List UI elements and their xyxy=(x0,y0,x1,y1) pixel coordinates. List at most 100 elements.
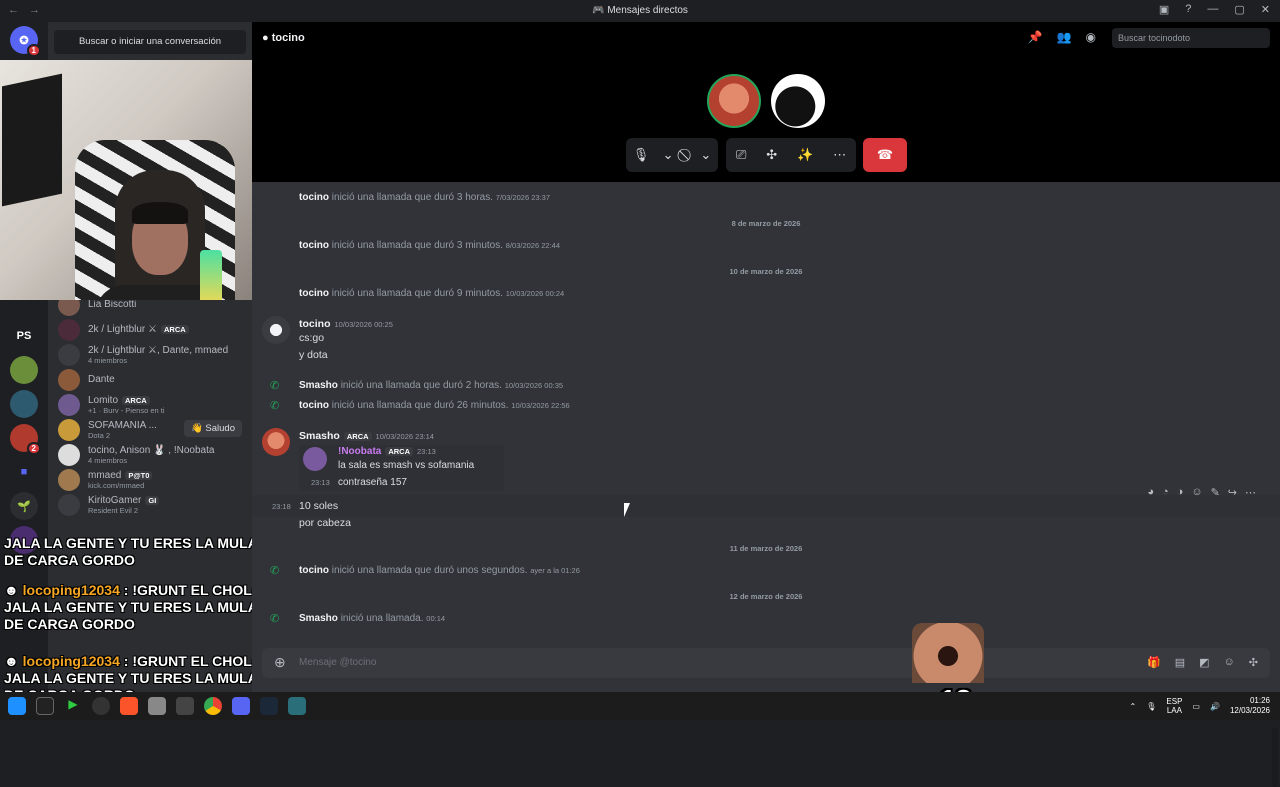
add-friends-icon[interactable]: 👥 xyxy=(1057,30,1072,44)
app-icon[interactable] xyxy=(288,697,306,715)
avatar xyxy=(58,468,80,491)
home-icon[interactable]: ✪ 1 xyxy=(10,26,41,57)
chevron-down-icon[interactable]: ⌄ xyxy=(700,147,711,163)
server-icon[interactable] xyxy=(10,356,38,384)
forward-icon[interactable]: ↪ xyxy=(1228,486,1237,499)
more-icon[interactable]: ⋯ xyxy=(833,147,846,163)
laughing-emote xyxy=(912,623,984,683)
emoji-icon[interactable]: ☺ xyxy=(1191,486,1202,499)
title-bar: ← → 🎮 Mensajes directos ▣ ? — ▢ ✕ xyxy=(0,0,1280,22)
dm-item[interactable]: Dante xyxy=(48,367,252,392)
steam-icon[interactable] xyxy=(260,697,278,715)
dm-item[interactable]: 2k / Lightblur ⚔, Dante, mmaed 4 miembros xyxy=(48,342,252,367)
chrome-icon[interactable] xyxy=(204,697,222,715)
app-icon[interactable] xyxy=(36,697,54,715)
call-avatar[interactable] xyxy=(771,74,825,128)
search-button[interactable]: Buscar o iniciar una conversación xyxy=(54,30,246,54)
message-input[interactable]: Mensaje @tocino xyxy=(299,657,376,668)
dm-name: SOFAMANIA ... xyxy=(88,419,157,431)
tag-badge: ARCA xyxy=(343,432,372,441)
screen-share-icon[interactable]: ⎚ xyxy=(736,147,746,163)
dm-item[interactable]: KiritoGamer GI Resident Evil 2 xyxy=(48,492,252,517)
gif-icon[interactable]: ▤ xyxy=(1175,656,1185,669)
hangup-icon[interactable]: ☎ xyxy=(877,147,893,163)
message-composer[interactable]: ⊕ Mensaje @tocino 🎁 ▤ ◩ ☺ ✣ xyxy=(262,648,1270,678)
maximize-button[interactable]: ▢ xyxy=(1234,3,1244,16)
phone-icon: ✆ xyxy=(270,565,280,577)
play-icon[interactable]: ▶ xyxy=(64,697,82,715)
close-button[interactable]: ✕ xyxy=(1261,3,1270,16)
reaction-icon[interactable]: ◑ xyxy=(1177,486,1184,499)
emoji-icon[interactable]: ☺ xyxy=(1224,656,1235,669)
soundboard-icon[interactable]: ✨ xyxy=(797,147,813,163)
volume-icon[interactable]: 🔊 xyxy=(1210,702,1220,711)
more-icon[interactable]: ⋯ xyxy=(1245,486,1256,499)
saludo-button[interactable]: 👋 Saludo xyxy=(183,420,242,437)
sticker-icon[interactable]: ◩ xyxy=(1199,656,1209,669)
mic-icon[interactable]: 🎙 xyxy=(633,147,650,163)
edit-icon[interactable]: ✎ xyxy=(1211,486,1220,499)
dm-item[interactable]: SOFAMANIA ... Dota 2 👋 Saludo xyxy=(48,417,252,442)
apps-icon[interactable]: ✣ xyxy=(1249,656,1258,669)
message-text: cs:go xyxy=(299,332,325,344)
scrollbar[interactable] xyxy=(1272,727,1278,787)
reaction-icon[interactable]: ◕ xyxy=(1147,486,1154,499)
reply-author[interactable]: !Noobata ARCA 23:13 xyxy=(338,446,436,457)
call-avatar[interactable] xyxy=(707,74,761,128)
minimize-button[interactable]: — xyxy=(1207,3,1218,16)
pin-icon[interactable]: 📌 xyxy=(1028,30,1043,44)
profile-icon[interactable]: ◉ xyxy=(1086,30,1096,44)
chat-line: JALA LA GENTE Y TU ERES LA MULA DE CARGA… xyxy=(4,535,258,568)
dm-name: Dante xyxy=(88,374,115,385)
inbox-icon[interactable]: ▣ xyxy=(1159,3,1169,16)
help-icon[interactable]: ? xyxy=(1185,3,1191,16)
avatar xyxy=(58,493,80,516)
app-icon[interactable] xyxy=(92,697,110,715)
brave-icon[interactable] xyxy=(120,697,138,715)
avatar[interactable] xyxy=(262,316,290,344)
dm-icon: 🎮 xyxy=(592,5,605,16)
chevron-up-icon[interactable]: ⌃ xyxy=(1130,702,1137,711)
dm-name: 2k / Lightblur ⚔, Dante, mmaed xyxy=(88,344,229,356)
date-divider: 8 de marzo de 2026 xyxy=(731,219,801,228)
dm-subtitle: +1 · Burv - Pienso en ti xyxy=(88,405,165,415)
dm-item[interactable]: tocino, Anison 🐰 , !Noobata 4 miembros xyxy=(48,442,252,467)
discord-icon[interactable] xyxy=(232,697,250,715)
search-input[interactable]: Buscar tocinodoto xyxy=(1112,28,1270,48)
tag-badge: ARCA xyxy=(385,447,414,456)
dm-item[interactable]: 2k / Lightblur ⚔ ARCA xyxy=(48,317,252,342)
dm-name: KiritoGamer GI xyxy=(88,495,160,506)
plus-icon[interactable]: ⊕ xyxy=(274,654,286,671)
dm-subtitle: 4 miembros xyxy=(88,455,128,465)
server-icon[interactable] xyxy=(10,390,38,418)
reaction-icon[interactable]: ◔ xyxy=(1162,486,1169,499)
dm-item[interactable]: Lomito ARCA +1 · Burv - Pienso en ti xyxy=(48,392,252,417)
clock[interactable]: 01:26 12/03/2026 xyxy=(1230,696,1270,716)
server-icon[interactable]: 2 xyxy=(10,424,41,455)
date-divider: 10 de marzo de 2026 xyxy=(729,267,803,276)
avatar[interactable] xyxy=(262,428,290,456)
language-indicator[interactable]: ESP LAA xyxy=(1166,697,1182,715)
message-author[interactable]: tocino 10/03/2026 00:25 xyxy=(299,318,393,330)
server-icon[interactable]: 🌱 xyxy=(10,492,38,520)
folder-icon[interactable]: ■ xyxy=(10,458,38,486)
activity-icon[interactable]: ✣ xyxy=(766,147,777,163)
network-icon[interactable]: ▭ xyxy=(1192,702,1200,711)
mic-control[interactable]: 🎙⌄⃠⌄ xyxy=(626,138,718,172)
server-ps[interactable]: PS xyxy=(10,322,38,350)
phone-icon: ✆ xyxy=(270,400,280,412)
app-icon[interactable] xyxy=(8,697,26,715)
mic-icon[interactable]: 🎙 xyxy=(1146,702,1156,711)
message-author[interactable]: Smasho ARCA 10/03/2026 23:14 xyxy=(299,430,434,442)
call-tools[interactable]: ⎚ ✣ ✨ ⋯ xyxy=(726,138,856,172)
message-actions: ◕ ◔ ◑ ☺ ✎ ↪ ⋯ xyxy=(1147,486,1256,499)
hangup-button[interactable]: ☎ xyxy=(863,138,907,172)
app-icon[interactable] xyxy=(176,697,194,715)
message-text: por cabeza xyxy=(299,517,351,529)
gift-icon[interactable]: 🎁 xyxy=(1147,656,1161,669)
app-icon[interactable] xyxy=(148,697,166,715)
dm-item[interactable]: mmaed P@T0 kick.com/mmaed xyxy=(48,467,252,492)
hovered-message[interactable] xyxy=(252,495,1280,517)
chevron-down-icon[interactable]: ⌄ xyxy=(663,147,674,163)
system-message: Smasho inició una llamada. 00:14 xyxy=(299,613,446,624)
